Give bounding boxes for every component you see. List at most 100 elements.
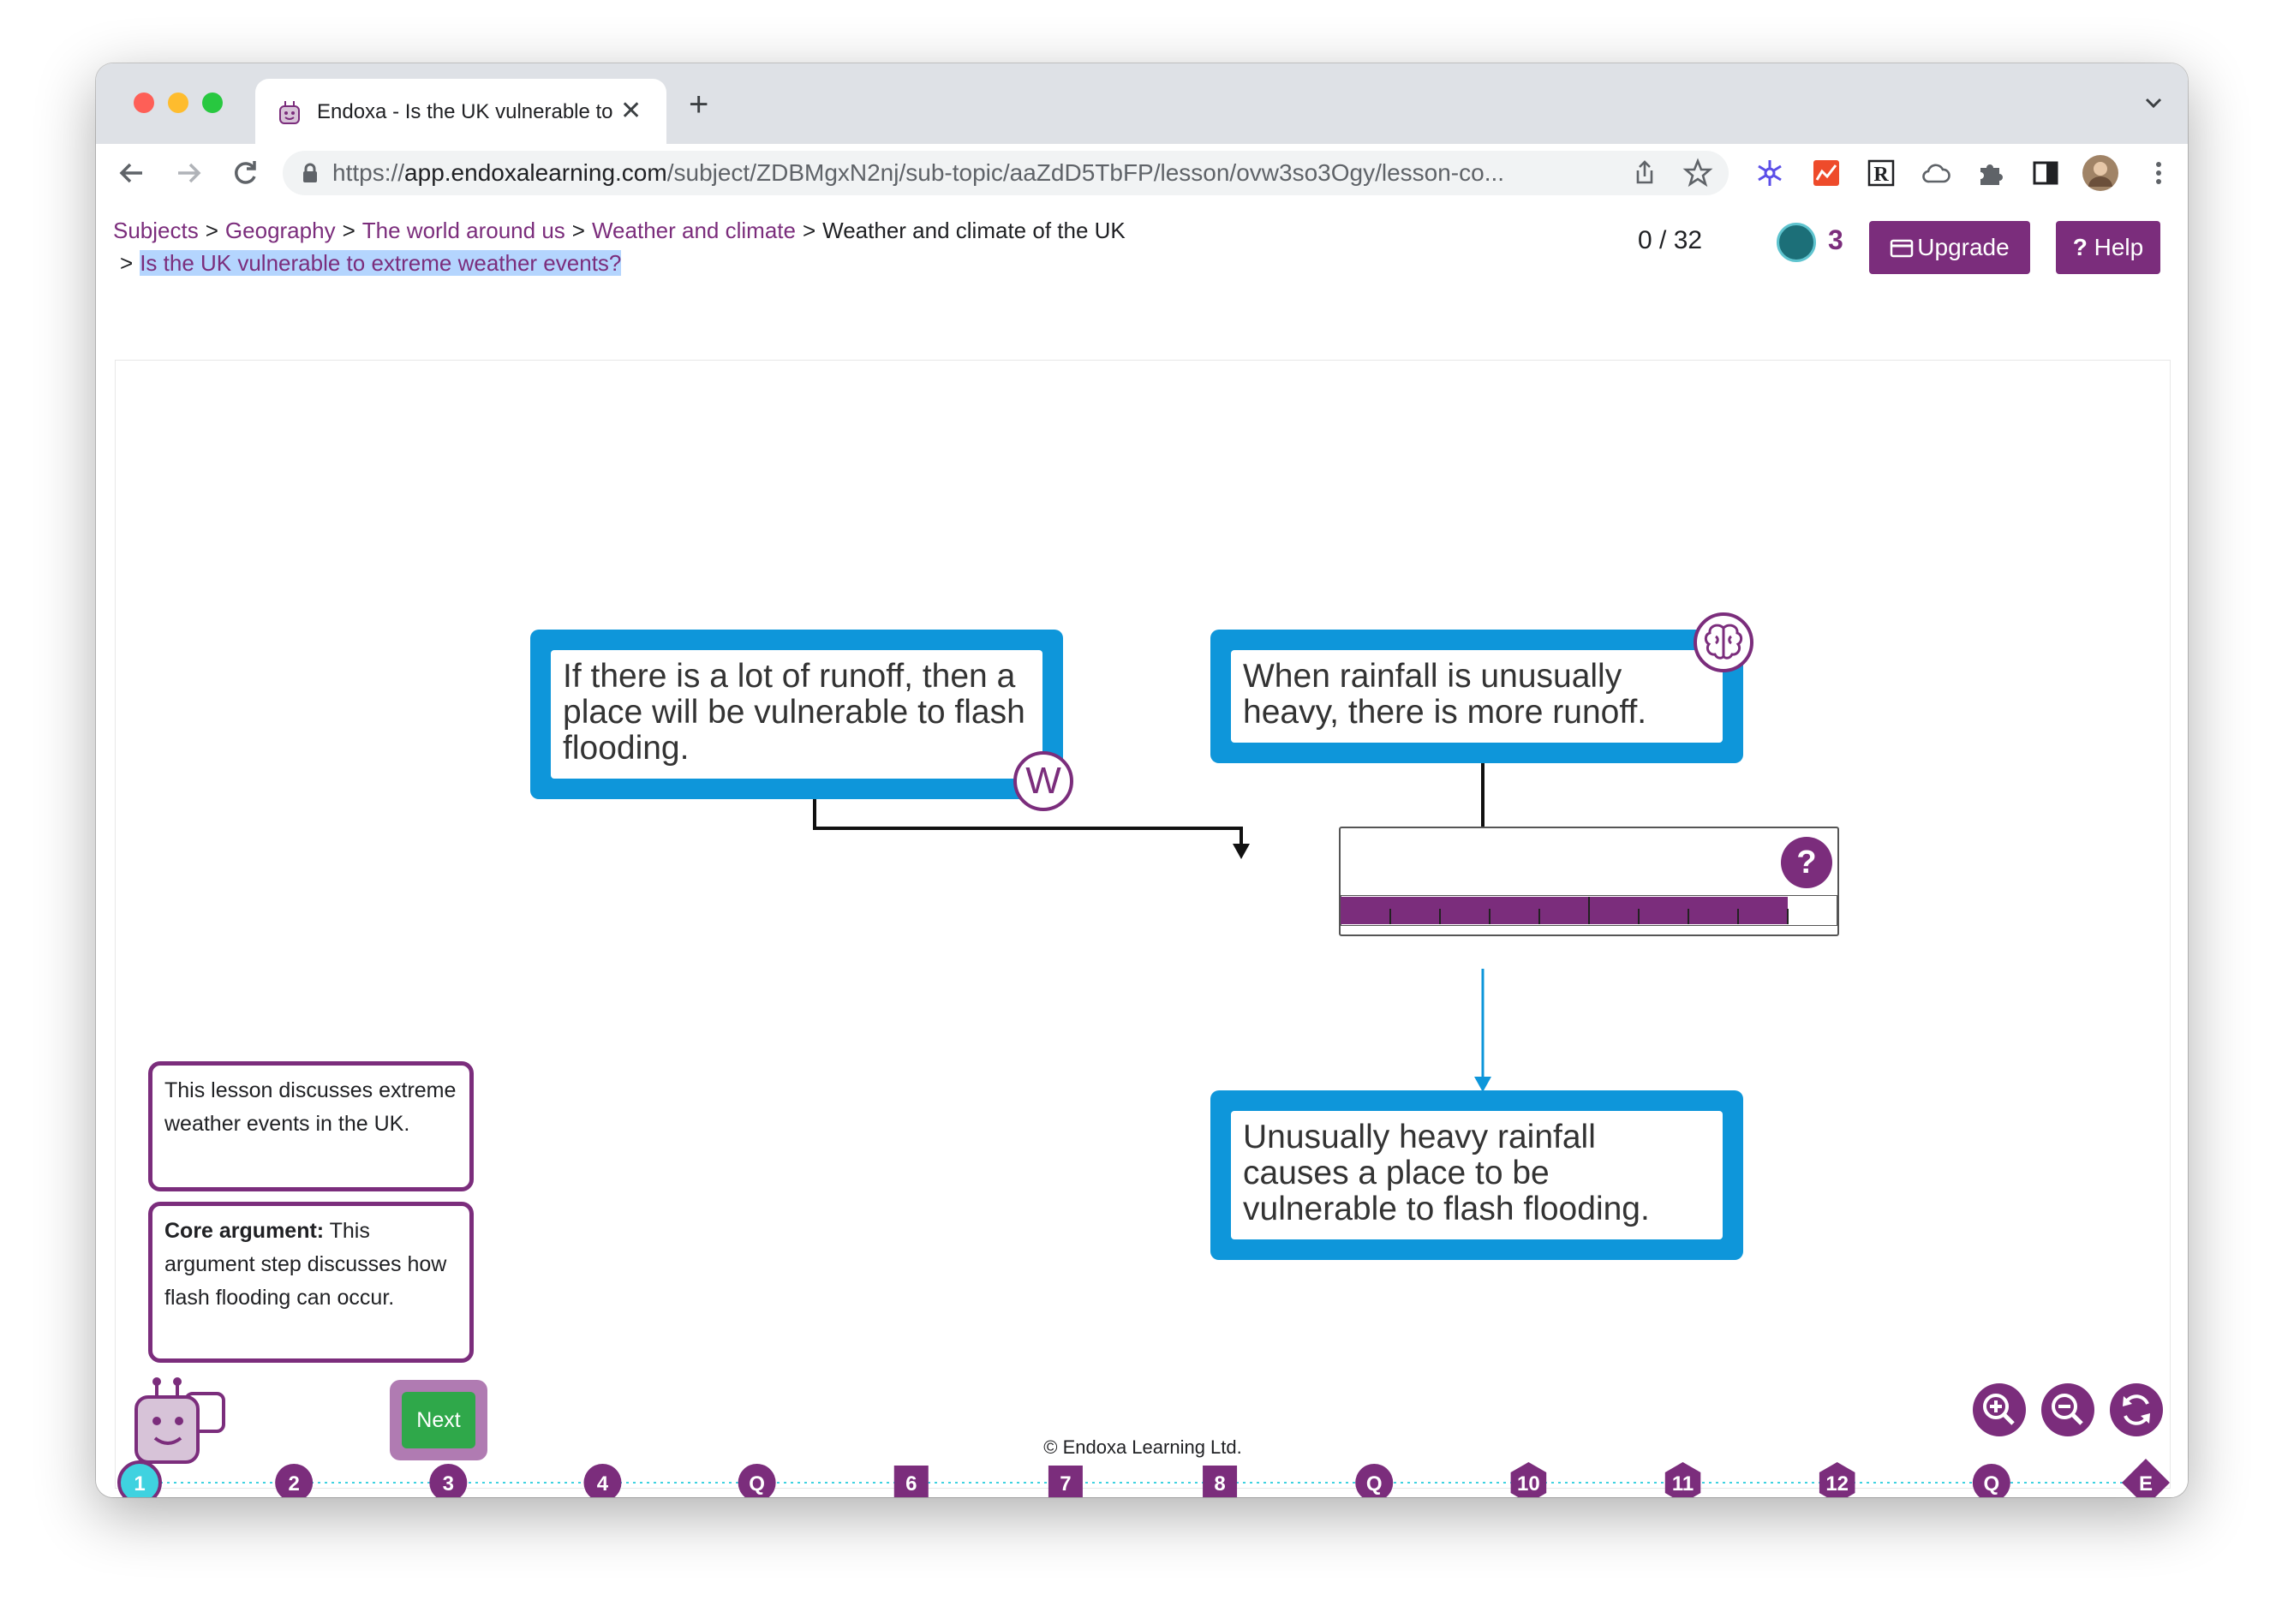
timeline-step-6[interactable]: 6 (893, 1466, 929, 1497)
timeline-step-11[interactable]: 11 (1664, 1462, 1701, 1497)
coin-icon (1777, 223, 1816, 262)
breadcrumb-geography[interactable]: Geography (225, 218, 336, 243)
timeline-step-13[interactable]: Q (1972, 1464, 2010, 1497)
browser-tab[interactable]: Endoxa - Is the UK vulnerable to ✕ (255, 79, 666, 144)
timeline-step-7[interactable]: 7 (1048, 1466, 1083, 1497)
conclusion-text: Unusually heavy rainfall causes a place … (1231, 1111, 1723, 1239)
reload-icon[interactable] (230, 158, 260, 188)
tab-title: Endoxa - Is the UK vulnerable to (317, 100, 613, 123)
breadcrumb: Subjects > Geography > The world around us > W… (113, 214, 1347, 279)
tab-strip: Endoxa - Is the UK vulnerable to ✕ + (96, 63, 2188, 144)
puzzle-extensions-icon[interactable] (1975, 158, 2006, 188)
app-content: Subjects > Geography > The world around us > W… (96, 202, 2188, 1497)
help-label: Help (2094, 234, 2144, 260)
timeline-step-label: 3 (443, 1472, 454, 1496)
timeline-step-8[interactable]: 8 (1203, 1466, 1238, 1497)
breadcrumb-weather-and-climate[interactable]: Weather and climate (592, 218, 796, 243)
timeline-step-label: Q (1984, 1472, 2000, 1496)
claim-text: If there is a lot of runoff, then a plac… (551, 650, 1042, 779)
timeline-step-4[interactable]: 4 (583, 1464, 622, 1497)
claim-box-premise[interactable]: When rainfall is unusually heavy, there … (1210, 630, 1743, 763)
breadcrumb-separator: > (342, 218, 355, 243)
url-scheme: https:// (332, 159, 405, 186)
minimize-window-button[interactable] (168, 93, 188, 113)
breadcrumb-world-around-us[interactable]: The world around us (362, 218, 565, 243)
breadcrumb-separator: > (571, 218, 585, 243)
question-badge[interactable]: ? (1781, 837, 1832, 888)
browser-window: Endoxa - Is the UK vulnerable to ✕ + htt… (96, 63, 2188, 1497)
help-button[interactable]: ? Help (2056, 221, 2160, 274)
refresh-icon (2123, 1394, 2150, 1425)
zoom-in-icon (1983, 1394, 2015, 1425)
timeline-step-9[interactable]: Q (1355, 1464, 1394, 1497)
timeline-step-3[interactable]: 3 (429, 1464, 468, 1497)
maximize-window-button[interactable] (202, 93, 223, 113)
lesson-timeline: 1 2 3 4 Q 6 7 8 Q 10 11 12 Q E (117, 1459, 2170, 1497)
more-menu-icon[interactable] (2143, 158, 2174, 188)
strength-slider[interactable] (1341, 895, 1837, 926)
timeline-step-label: 12 (1825, 1472, 1849, 1496)
url-text: https://app.endoxalearning.com/subject/Z… (332, 158, 1617, 188)
coin-count: 3 (1828, 224, 1843, 255)
browser-toolbar: https://app.endoxalearning.com/subject/Z… (96, 144, 2188, 204)
lesson-intro-text: This lesson discusses extreme weather ev… (164, 1078, 457, 1136)
credit-card-icon (1891, 239, 1914, 258)
timeline-step-label: 6 (905, 1472, 917, 1496)
side-panel-icon[interactable] (2030, 158, 2061, 188)
r-extension-icon[interactable]: R (1866, 158, 1897, 188)
url-host: app.endoxalearning.com (404, 159, 667, 186)
argument-map-canvas[interactable]: If there is a lot of runoff, then a plac… (115, 360, 2171, 1497)
cloud-icon[interactable] (1921, 158, 1951, 188)
lesson-progress-count: 0 / 32 (1638, 226, 1703, 254)
tab-close-icon[interactable]: ✕ (620, 96, 642, 127)
endoxa-favicon-icon (279, 101, 300, 124)
warrant-arrowhead-icon (1233, 844, 1250, 859)
timeline-step-14[interactable]: E (2122, 1459, 2170, 1497)
back-arrow-icon[interactable] (116, 158, 147, 188)
brain-badge[interactable] (1694, 612, 1753, 672)
timeline-step-label: 8 (1214, 1472, 1225, 1496)
timeline-step-label: 10 (1517, 1472, 1540, 1496)
timeline-step-1[interactable]: 1 (117, 1460, 162, 1497)
brain-icon (1704, 624, 1743, 660)
breadcrumb-subjects[interactable]: Subjects (113, 218, 199, 243)
core-argument-label: Core argument: (164, 1219, 325, 1243)
timeline-step-label: E (2139, 1472, 2153, 1496)
reset-view-button[interactable] (2110, 1383, 2163, 1436)
breadcrumb-weather-climate-uk: Weather and climate of the UK (822, 218, 1126, 243)
argument-strength-box[interactable]: ? (1339, 827, 1839, 936)
timeline-step-12[interactable]: 12 (1819, 1462, 1855, 1497)
zoom-out-button[interactable] (2041, 1383, 2094, 1436)
help-question-icon: ? (2072, 234, 2088, 260)
warrant-w-badge[interactable]: W (1013, 751, 1073, 811)
address-bar[interactable]: https://app.endoxalearning.com/subject/Z… (283, 151, 1729, 195)
claim-box-warrant[interactable]: If there is a lot of runoff, then a plac… (530, 630, 1063, 799)
strength-fill (1341, 897, 1788, 924)
snowflake-extension-icon[interactable] (1754, 158, 1785, 188)
close-window-button[interactable] (134, 93, 154, 113)
breadcrumb-separator: > (120, 250, 134, 276)
timeline-step-5[interactable]: Q (738, 1464, 776, 1497)
profile-avatar[interactable] (2082, 154, 2119, 192)
url-path: /subject/ZDBMgxN2nj/sub-topic/aaZdD5TbFP… (666, 159, 1505, 186)
breadcrumb-separator: > (802, 218, 816, 243)
timeline-step-2[interactable]: 2 (275, 1464, 314, 1497)
zoom-in-button[interactable] (1973, 1383, 2026, 1436)
timeline-step-label: 1 (134, 1472, 145, 1496)
chart-extension-icon[interactable] (1811, 158, 1842, 188)
zoom-out-icon (2052, 1394, 2083, 1425)
timeline-step-10[interactable]: 10 (1510, 1462, 1547, 1497)
new-tab-button[interactable]: + (689, 87, 708, 122)
bookmark-star-icon[interactable] (1682, 158, 1713, 188)
timeline-step-label: 2 (288, 1472, 299, 1496)
upgrade-label: Upgrade (1917, 234, 2010, 260)
svg-text:R: R (1873, 164, 1889, 186)
timeline-step-label: 7 (1060, 1472, 1071, 1496)
timeline-step-label: Q (1366, 1472, 1383, 1496)
upgrade-button[interactable]: Upgrade (1869, 221, 2030, 274)
lesson-intro-box: This lesson discusses extreme weather ev… (148, 1061, 474, 1191)
conclusion-box[interactable]: Unusually heavy rainfall causes a place … (1210, 1090, 1743, 1260)
forward-arrow-icon[interactable] (173, 158, 204, 188)
chevron-down-icon[interactable] (2143, 93, 2164, 113)
share-icon[interactable] (1629, 158, 1660, 188)
